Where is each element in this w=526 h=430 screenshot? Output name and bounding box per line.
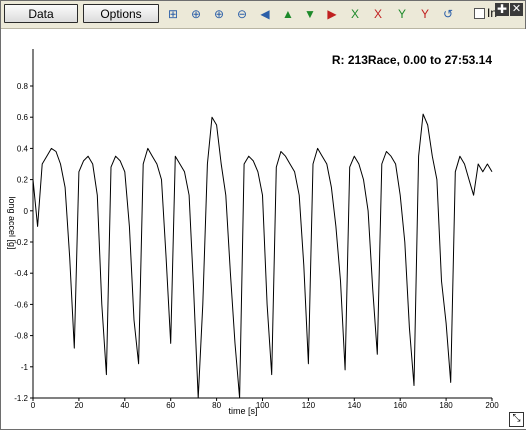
y-zoom-out-icon[interactable]: Y [416,5,434,23]
y-axis-label: long accel [g] [7,196,17,249]
close-icon[interactable]: ✕ [510,3,523,16]
x-tick-label: 20 [74,401,83,410]
zoom-select-icon[interactable]: ⊕ [187,5,205,23]
chart: R: 213Race, 0.00 to 27:53.14 0 20 40 60 80 10… [1,29,526,429]
zoom-in-icon[interactable]: ⊕ [210,5,228,23]
x-axis-label: time [s] [228,406,257,416]
pan-down-icon[interactable]: ▼ [301,5,319,23]
x-tick-label: 120 [302,401,316,410]
y-tick-label: 0.2 [17,176,29,185]
y-tick-label: -1.2 [14,394,28,403]
x-tick-label: 160 [394,401,408,410]
y-zoom-in-icon[interactable]: Y [393,5,411,23]
reset-view-icon[interactable]: ↺ [439,5,457,23]
move-icon[interactable]: ✚ [495,3,509,16]
resize-handle-icon[interactable]: ⤡ [509,412,524,427]
y-tick-label: -1 [21,363,29,372]
x-tick-label: 40 [120,401,129,410]
data-button[interactable]: Data [4,4,78,23]
in-checkbox[interactable] [474,8,485,19]
zoom-out-icon[interactable]: ⊖ [233,5,251,23]
y-tick-label: -0.4 [14,269,28,278]
x-tick-label: 0 [31,401,36,410]
x-tick-label: 180 [439,401,453,410]
toolbar: Data Options ⊞ ⊕ ⊕ ⊖ ◀ ▲ ▼ ▶ X X Y Y ↺ I… [1,1,525,29]
x-zoom-in-icon[interactable]: X [346,5,364,23]
y-tick-label: 0.4 [17,144,29,153]
x-tick-label: 60 [166,401,175,410]
options-button[interactable]: Options [83,4,159,23]
chart-window: Data Options ⊞ ⊕ ⊕ ⊖ ◀ ▲ ▼ ▶ X X Y Y ↺ I… [0,0,526,430]
x-tick-label: 100 [256,401,270,410]
pan-right-icon[interactable]: ▶ [323,5,341,23]
x-zoom-out-icon[interactable]: X [369,5,387,23]
x-tick-label: 200 [485,401,499,410]
y-tick-label: 0 [24,207,29,216]
y-tick-label: 0.8 [17,82,29,91]
y-tick-label: -0.8 [14,332,28,341]
zoom-box-icon[interactable]: ⊞ [164,5,182,23]
x-tick-label: 140 [348,401,362,410]
y-tick-label: -0.6 [14,300,28,309]
chart-title: R: 213Race, 0.00 to 27:53.14 [332,53,492,67]
pan-left-icon[interactable]: ◀ [256,5,274,23]
x-tick-label: 80 [212,401,221,410]
pan-up-icon[interactable]: ▲ [279,5,297,23]
y-tick-label: 0.6 [17,113,29,122]
